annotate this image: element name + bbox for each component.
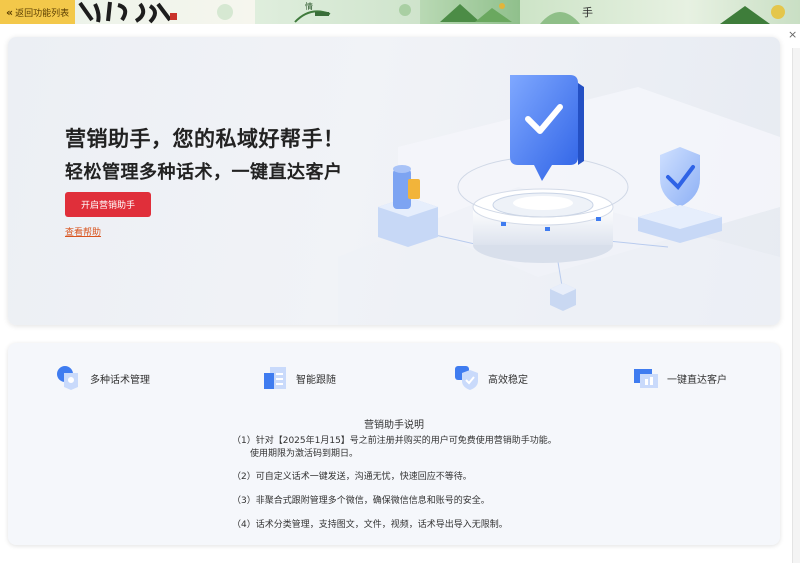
description-line: （3）非聚合式跟附管理多个微信，确保微信信息和账号的安全。 bbox=[232, 496, 490, 506]
description-item: （1）针对【2025年1月15】号之前注册并购买的用户可免费使用营销助手功能。 … bbox=[232, 435, 557, 461]
banner-segment: 情 bbox=[255, 0, 420, 24]
description-item: （2）可自定义话术一键发送，沟通无忧，快速回应不等待。 bbox=[232, 471, 472, 484]
description-item: （3）非聚合式跟附管理多个微信，确保微信信息和账号的安全。 bbox=[232, 495, 490, 508]
view-help-link[interactable]: 查看帮助 bbox=[65, 225, 101, 238]
contact-card-icon bbox=[634, 369, 658, 388]
feature-label: 多种话术管理 bbox=[90, 374, 150, 386]
banner-segment bbox=[420, 0, 520, 24]
back-button-label: 返回功能列表 bbox=[15, 8, 70, 19]
leaf-art: 情 bbox=[294, 1, 411, 23]
close-icon[interactable]: × bbox=[788, 28, 797, 41]
description-line: （4）话术分类管理，支持图文，文件，视频，话术导出导入无限制。 bbox=[232, 520, 508, 530]
feature-item-script-management: 多种话术管理 bbox=[56, 365, 150, 391]
zongzi-art bbox=[440, 3, 512, 22]
scenery-art: 手 bbox=[540, 5, 785, 24]
description-subline: 使用期限为激活码到期日。 bbox=[250, 449, 359, 459]
scrollbar[interactable] bbox=[792, 48, 800, 563]
feature-item-efficient-stable: 高效稳定 bbox=[454, 365, 528, 391]
shield-badge-icon bbox=[455, 366, 478, 390]
feature-label: 智能跟随 bbox=[296, 374, 336, 386]
feature-item-smart-follow: 智能跟随 bbox=[262, 365, 336, 391]
svg-text:手: 手 bbox=[582, 5, 593, 19]
description-line: （2）可自定义话术一键发送，沟通无忧，快速回应不等待。 bbox=[232, 472, 472, 482]
feature-label: 高效稳定 bbox=[488, 374, 528, 386]
back-to-feature-list-button[interactable]: « 返回功能列表 bbox=[0, 0, 75, 24]
feature-item-direct-to-customer: 一键直达客户 bbox=[633, 365, 727, 391]
feature-label: 一键直达客户 bbox=[667, 374, 727, 386]
document-list-icon bbox=[264, 367, 286, 389]
hero-title: 营销助手，您的私域好帮手！ bbox=[65, 127, 345, 151]
svg-text:情: 情 bbox=[305, 1, 313, 11]
description-title: 营销助手说明 bbox=[364, 420, 424, 431]
hero-subtitle: 轻松管理多种话术，一键直达客户 bbox=[65, 162, 343, 183]
double-chevron-left-icon: « bbox=[6, 5, 14, 19]
hero-banner: 营销助手，您的私域好帮手！ 轻松管理多种话术，一键直达客户 开启营销助手 查看帮… bbox=[8, 37, 780, 325]
top-banner: 情 手 « 返回功能列表 bbox=[0, 0, 800, 24]
start-marketing-assistant-button[interactable]: 开启营销助手 bbox=[65, 192, 151, 217]
banner-segment: 手 bbox=[520, 0, 800, 24]
description-line: （1）针对【2025年1月15】号之前注册并购买的用户可免费使用营销助手功能。 bbox=[232, 436, 557, 446]
hero-illustration bbox=[338, 75, 780, 325]
description-item: （4）话术分类管理，支持图文，文件，视频，话术导出导入无限制。 bbox=[232, 519, 508, 532]
chat-shield-icon bbox=[57, 366, 78, 390]
feature-panel: 多种话术管理 智能跟随 高效稳定 一键直达客户 营销助手说明 （1）针对【202… bbox=[8, 343, 780, 545]
